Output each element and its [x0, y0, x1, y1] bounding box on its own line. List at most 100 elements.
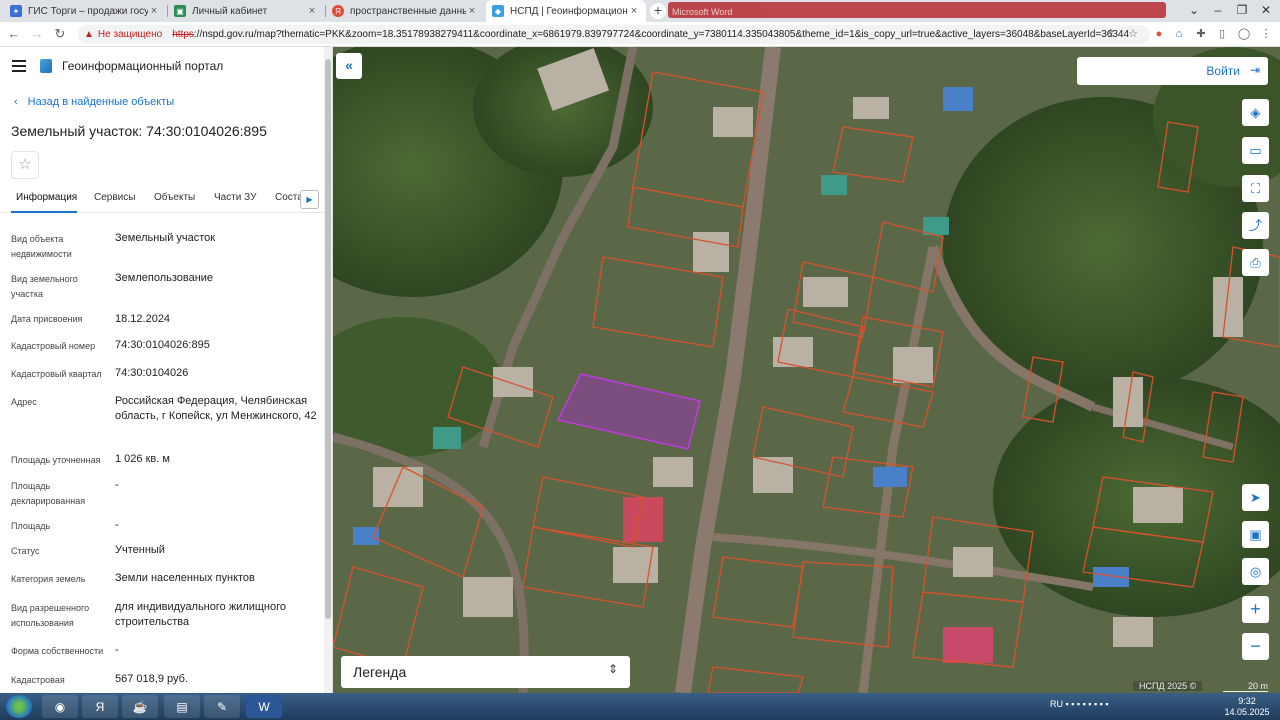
- prop-value-object-type: Земельный участок: [115, 232, 216, 244]
- prop-label-parcel-type: Вид земельного участка: [11, 274, 78, 299]
- geolocation-arrow-icon[interactable]: ➤: [1242, 484, 1269, 511]
- yandex-extension-icon[interactable]: ●: [1152, 27, 1166, 41]
- prop-label-assignment-date: Дата присвоения: [11, 314, 83, 324]
- scrollbar-thumb[interactable]: [325, 59, 331, 619]
- legend-label: Легенда: [353, 664, 407, 680]
- prop-label-permitted-use: Вид разрешенного использования: [11, 603, 90, 628]
- prop-value-status: Учтенный: [115, 544, 165, 556]
- yandex-favicon-icon: Я: [332, 5, 344, 17]
- browser-menu-icon[interactable]: ⋮: [1259, 27, 1273, 41]
- prop-label-area: Площадь: [11, 521, 51, 531]
- prop-value-permitted-use: для индивидуального жилищного строительс…: [115, 601, 287, 628]
- chrome-taskbar-icon[interactable]: ◉: [42, 695, 78, 718]
- portal-name: Геоинформационный портал: [62, 59, 224, 73]
- locate-point-icon[interactable]: ◎: [1242, 558, 1269, 585]
- select-area-icon[interactable]: ⛶: [1242, 175, 1269, 202]
- reload-icon[interactable]: ↻: [52, 26, 68, 42]
- system-tray: RU ▪ ▪ ▪ ▪ ▪ ▪ ▪ ▪: [1050, 699, 1109, 709]
- info-tabs: Информация Сервисы Объекты Части ЗУ Сост…: [0, 185, 324, 213]
- browser-tab-cabinet[interactable]: ▣ Личный кабинет ×: [168, 0, 324, 22]
- prop-value-cadastral-number: 74:30:0104026:895: [115, 339, 210, 351]
- extension-shield-icon[interactable]: ⌂: [1172, 27, 1186, 41]
- tab-title: ГИС Торги – продажи государст: [28, 5, 148, 17]
- map-view[interactable]: « Войти ⇥ ◈ ▭ ⛶ ⤴ ⎙ ➤ ▣ ◎ + − Легенда ⇕ …: [333, 47, 1280, 693]
- security-status: Не защищено: [97, 29, 163, 40]
- tab-objects[interactable]: Объекты: [154, 192, 195, 203]
- print-icon[interactable]: ⎙: [1242, 249, 1269, 276]
- browser-tab-strip: ✦ ГИС Торги – продажи государст × ▣ Личн…: [0, 0, 1280, 22]
- tray-icons: ▪ ▪ ▪ ▪ ▪ ▪ ▪ ▪: [1065, 699, 1109, 709]
- minimap-icon[interactable]: ▣: [1242, 521, 1269, 548]
- layers-icon[interactable]: ◈: [1242, 99, 1269, 126]
- hamburger-menu-icon[interactable]: [12, 60, 26, 72]
- prop-value-address: Российская Федерация, Челябинская област…: [115, 395, 317, 422]
- close-tab-icon[interactable]: ×: [466, 5, 478, 17]
- side-panel-icon[interactable]: ▯: [1215, 27, 1229, 41]
- tab-information[interactable]: Информация: [16, 192, 77, 203]
- address-bar[interactable]: ▲ Не защищено https://nspd.gov.ru/map?th…: [78, 25, 1150, 44]
- close-tab-icon[interactable]: ×: [148, 5, 160, 17]
- browser-toolbar: ← → ↻ ▲ Не защищено https://nspd.gov.ru/…: [0, 22, 1280, 47]
- clock-time: 9:32: [1238, 696, 1256, 706]
- legend-toggle-chevron-icon: ⇕: [607, 662, 618, 676]
- prop-label-area-declared: Площадь декларированная: [11, 481, 86, 506]
- extensions-puzzle-icon[interactable]: ✚: [1194, 27, 1208, 41]
- portal-logo-icon: [40, 59, 52, 73]
- profile-avatar-icon[interactable]: ◯: [1237, 27, 1251, 41]
- tabs-scroll-right-button[interactable]: ▶: [300, 190, 319, 209]
- prop-label-cadastral-quarter: Кадастровый квартал: [11, 369, 102, 379]
- overlapping-window-titlebar: Microsoft Word: [668, 2, 1166, 18]
- browser-tab-gis-torgi[interactable]: ✦ ГИС Торги – продажи государст ×: [4, 0, 166, 22]
- ruler-measure-icon[interactable]: ▭: [1242, 137, 1269, 164]
- minimize-window-icon[interactable]: –: [1206, 0, 1230, 22]
- login-button[interactable]: Войти ⇥: [1077, 57, 1268, 85]
- prop-label-cadastral-number: Кадастровый номер: [11, 341, 96, 351]
- back-link-label: Назад в найденные объекты: [27, 96, 175, 108]
- forward-arrow-icon[interactable]: →: [29, 26, 45, 42]
- bookmark-star-icon[interactable]: ☆: [1126, 27, 1140, 41]
- tab-title: НСПД | Геоинформационный п: [510, 5, 628, 17]
- word-taskbar-icon[interactable]: W: [246, 695, 282, 718]
- favorite-star-button[interactable]: ☆: [11, 151, 39, 179]
- close-tab-icon[interactable]: ×: [306, 5, 318, 17]
- start-button[interactable]: [6, 695, 32, 718]
- browser-tab-yandex[interactable]: Я пространственные данные рос ×: [326, 0, 484, 22]
- prop-value-area-declared: -: [115, 479, 119, 491]
- map-copyright: НСПД 2025 ©: [1133, 681, 1203, 691]
- zoom-out-button[interactable]: −: [1242, 633, 1269, 660]
- close-tab-icon[interactable]: ×: [628, 5, 640, 17]
- pen-app-taskbar-icon[interactable]: ✎: [204, 695, 240, 718]
- legend-dropdown[interactable]: Легенда ⇕: [341, 656, 630, 688]
- back-to-results-link[interactable]: ‹ Назад в найденные объекты: [14, 96, 174, 108]
- prop-value-assignment-date: 18.12.2024: [115, 313, 171, 325]
- restore-window-icon[interactable]: ❐: [1230, 0, 1254, 22]
- taskbar-clock[interactable]: 9:32 14.05.2025: [1222, 696, 1272, 718]
- close-window-icon[interactable]: ✕: [1254, 0, 1278, 22]
- back-arrow-icon[interactable]: ←: [6, 26, 22, 42]
- chevron-left-icon: ‹: [14, 96, 18, 108]
- prop-value-ownership-form: -: [115, 644, 119, 656]
- warning-triangle-icon: ▲: [84, 29, 94, 40]
- share-icon[interactable]: ⇪: [1104, 27, 1118, 41]
- tab-land-parts[interactable]: Части ЗУ: [214, 192, 256, 203]
- prop-label-cadastral-value: Кадастровая: [11, 675, 65, 685]
- java-taskbar-icon[interactable]: ☕: [122, 695, 158, 718]
- object-title: Земельный участок: 74:30:0104026:895: [11, 123, 267, 139]
- yandex-browser-taskbar-icon[interactable]: Я: [82, 695, 118, 718]
- prop-label-area-specified: Площадь уточненная: [11, 455, 101, 465]
- tab-composition[interactable]: Соста: [275, 192, 303, 203]
- panel-scrollbar[interactable]: [324, 47, 332, 693]
- prop-label-land-category: Категория земель: [11, 574, 86, 584]
- collapse-panel-button[interactable]: «: [336, 53, 362, 79]
- url-text: https://nspd.gov.ru/map?thematic=PKK&zoo…: [172, 29, 1129, 40]
- overlapping-window-title: Microsoft Word: [672, 7, 733, 17]
- new-tab-button[interactable]: +: [650, 3, 666, 19]
- browser-tab-nspd[interactable]: ◆ НСПД | Геоинформационный п ×: [486, 0, 646, 22]
- tab-search-chevron-icon[interactable]: ⌄: [1182, 0, 1206, 22]
- file-explorer-taskbar-icon[interactable]: ▤: [164, 695, 200, 718]
- input-language[interactable]: RU: [1050, 699, 1063, 709]
- prop-value-area: -: [115, 519, 119, 531]
- share-link-icon[interactable]: ⤴: [1242, 212, 1269, 239]
- zoom-in-button[interactable]: +: [1242, 596, 1269, 623]
- tab-services[interactable]: Сервисы: [94, 192, 135, 203]
